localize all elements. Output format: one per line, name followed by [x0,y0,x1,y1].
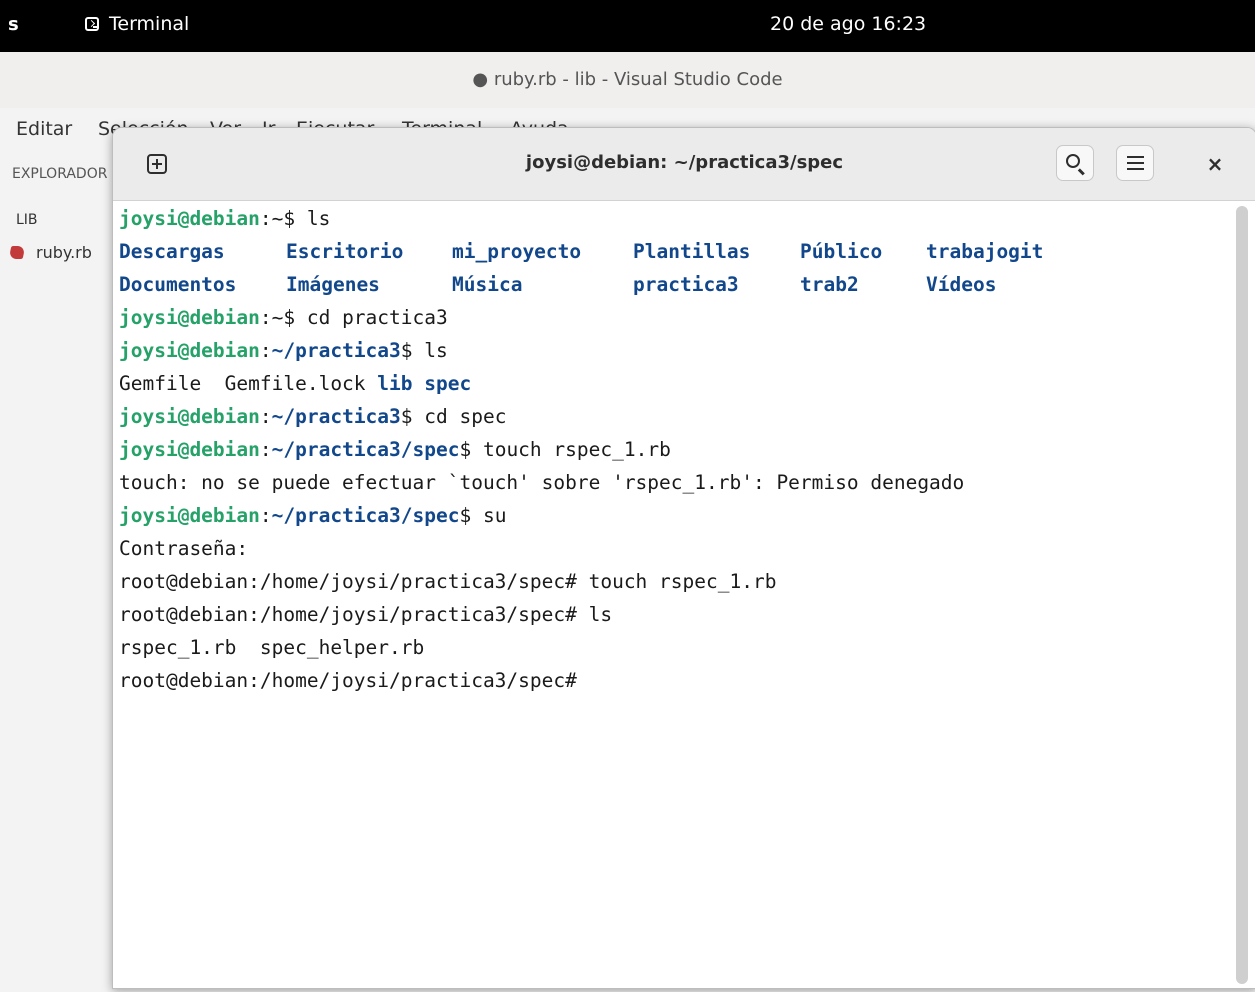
prompt-command: $ ls [400,339,448,362]
terminal-line: joysi@debian:~/practica3/spec$ touch rsp… [119,433,671,466]
prompt-user: joysi@debian [119,207,260,230]
ls-dir: spec [424,372,472,395]
prompt-user: joysi@debian [119,438,260,461]
vscode-titlebar: ● ruby.rb - lib - Visual Studio Code [0,52,1255,109]
prompt-command: :~$ ls [259,207,331,230]
terminal-window: joysi@debian: ~/practica3/spec × joysi@d… [112,127,1255,989]
prompt-sep: : [259,504,272,527]
prompt-command: :~$ cd practica3 [259,306,448,329]
terminal-error-line: touch: no se puede efectuar `touch' sobr… [119,471,965,494]
prompt-sep: : [259,405,272,428]
ls-entry: Documentos [119,273,237,296]
prompt-dir: ~/practica3 [271,339,401,362]
ls-entry: Escritorio [286,240,404,263]
ls-entry: Público [800,240,883,263]
prompt-user: joysi@debian [119,306,260,329]
terminal-line: joysi@debian:~/practica3$ ls [119,334,448,367]
close-button[interactable]: × [1201,150,1229,178]
ls-entry: Descargas [119,240,225,263]
terminal-current-prompt: root@debian:/home/joysi/practica3/spec# [119,669,577,692]
terminal-line: joysi@debian:~$ cd practica3 [119,301,448,334]
ruby-file-icon [8,246,26,259]
ls-files: Gemfile Gemfile.lock [119,372,378,395]
prompt-user: joysi@debian [119,504,260,527]
prompt-command: $ su [459,504,507,527]
ls-entry: mi_proyecto [452,240,582,263]
prompt-user: joysi@debian [119,405,260,428]
terminal-line: Contraseña: [119,537,249,560]
ls-entry: Música [452,273,523,296]
app-menu-label[interactable]: Terminal [109,13,189,35]
search-icon [1066,154,1080,168]
ls-entry: trab2 [800,273,859,296]
close-icon: × [1206,152,1224,176]
terminal-line: rspec_1.rb spec_helper.rb [119,636,425,659]
terminal-line: joysi@debian:~/practica3$ cd spec [119,400,506,433]
prompt-command: $ cd spec [400,405,507,428]
vscode-explorer-sidebar: EXPLORADOR LIB ruby.rb [0,148,120,992]
terminal-headerbar: joysi@debian: ~/practica3/spec × [113,128,1255,201]
ls-dir: lib [377,372,413,395]
clock[interactable]: 20 de ago 16:23 [770,13,926,35]
explorer-heading: EXPLORADOR [12,166,108,182]
terminal-line: joysi@debian:~/practica3/spec$ su [119,499,506,532]
explorer-file-ruby[interactable]: ruby.rb [36,243,92,262]
top-bar: s Terminal 20 de ago 16:23 [0,0,1255,52]
explorer-folder-lib[interactable]: LIB [16,212,38,228]
prompt-sep: : [259,438,272,461]
terminal-line: Gemfile Gemfile.lock lib spec [119,367,471,400]
menu-editar[interactable]: Editar [16,118,72,140]
terminal-output[interactable]: joysi@debian:~$ ls Descargas Escritorio … [119,202,1229,982]
terminal-app-icon [85,17,99,31]
ls-entry: Vídeos [926,273,997,296]
prompt-sep: : [259,339,272,362]
hamburger-icon [1127,156,1144,158]
vscode-window-title: ● ruby.rb - lib - Visual Studio Code [472,69,783,90]
terminal-line: root@debian:/home/joysi/practica3/spec# … [119,570,777,593]
prompt-command: $ touch rspec_1.rb [459,438,671,461]
ls-entry: trabajogit [926,240,1044,263]
search-button[interactable] [1056,145,1094,181]
prompt-user: joysi@debian [119,339,260,362]
terminal-line: joysi@debian:~$ ls [119,202,330,235]
menu-button[interactable] [1116,145,1154,181]
terminal-scrollbar[interactable] [1236,206,1248,984]
prompt-dir: ~/practica3 [271,405,401,428]
ls-entry: practica3 [633,273,739,296]
ls-entry: Imágenes [286,273,380,296]
terminal-line: root@debian:/home/joysi/practica3/spec# … [119,603,613,626]
ls-entry: Plantillas [633,240,751,263]
prompt-dir: ~/practica3/spec [271,504,460,527]
prompt-dir: ~/practica3/spec [271,438,460,461]
activities-button[interactable]: s [8,14,19,35]
